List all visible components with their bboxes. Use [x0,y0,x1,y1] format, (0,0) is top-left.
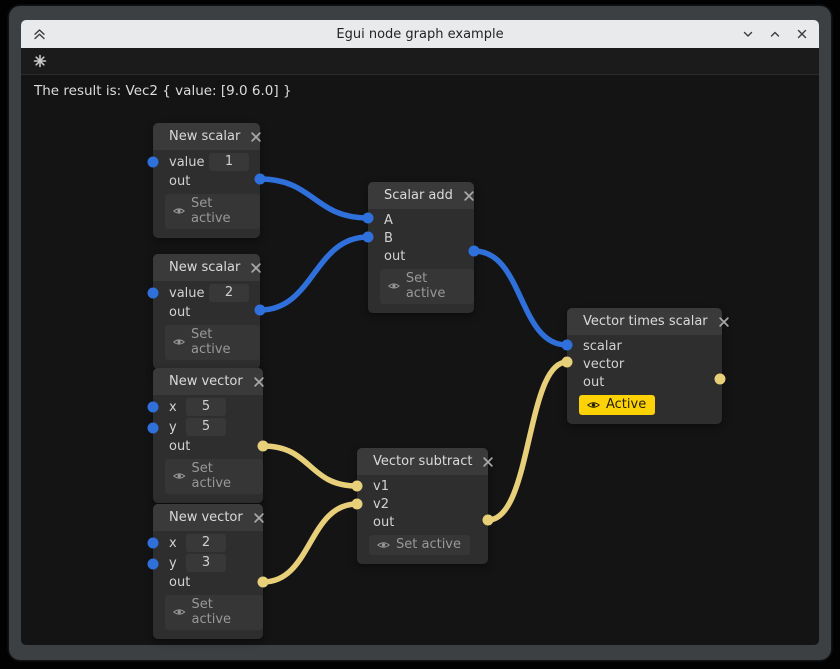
maximize-icon[interactable] [768,27,782,41]
menubar [21,48,819,74]
close-node-icon[interactable] [718,316,730,328]
output-label-out: out [169,575,190,590]
input-label-a: A [384,213,393,228]
value-drag-field[interactable]: 1 [209,153,249,171]
value-drag-field[interactable]: 2 [209,284,249,302]
input-label-scalar: scalar [583,339,622,354]
close-node-icon[interactable] [250,262,262,274]
node-header[interactable]: Vector times scalar [567,308,722,335]
close-node-icon[interactable] [253,376,265,388]
value-drag-field[interactable]: 5 [186,398,226,416]
set-active-button[interactable]: Set active [165,595,263,630]
node-title: Vector subtract [373,454,472,469]
node-title: New scalar [169,129,240,144]
app-menu-star-icon[interactable] [33,54,47,68]
eye-icon [173,607,186,617]
node-new-scalar-2[interactable]: New scalar value2 out Set active [153,254,260,369]
node-new-vector-2[interactable]: New vector x2 y3 out Set active [153,504,263,639]
set-active-button[interactable]: Set active [369,535,470,555]
node-title: New vector [169,374,243,389]
input-label-b: B [384,231,393,246]
node-new-scalar-1[interactable]: New scalar value1 out Set active [153,123,260,238]
titlebar[interactable]: Egui node graph example [21,20,819,48]
input-label-y: y [169,420,184,435]
node-header[interactable]: New scalar [153,123,260,150]
close-node-icon[interactable] [253,512,265,524]
node-header[interactable]: Scalar add [368,182,474,209]
node-header[interactable]: New vector [153,368,263,395]
set-active-button[interactable]: Set active [165,194,260,229]
output-label-out: out [384,249,405,264]
output-label-out: out [169,305,190,320]
input-label-value: value [169,155,207,170]
node-title: New vector [169,510,243,525]
result-text: The result is: Vec2 { value: [9.0 6.0] } [34,83,292,99]
set-active-label: Set active [192,461,255,491]
input-label-v1: v1 [373,479,389,494]
value-drag-field[interactable]: 2 [186,534,226,552]
active-label: Active [606,397,646,412]
eye-icon [173,206,185,216]
node-header[interactable]: New scalar [153,254,260,281]
close-window-icon[interactable] [795,27,809,41]
set-active-button[interactable]: Set active [380,269,474,304]
output-label-out: out [169,439,190,454]
output-label-out: out [373,515,394,530]
window-title: Egui node graph example [21,27,819,42]
close-node-icon[interactable] [482,456,494,468]
value-drag-field[interactable]: 5 [186,418,226,436]
eye-icon [388,281,400,291]
node-new-vector-1[interactable]: New vector x5 y5 out Set active [153,368,263,503]
set-active-label: Set active [396,537,461,552]
eye-icon [173,337,185,347]
set-active-button[interactable]: Set active [165,325,260,360]
output-label-out: out [169,174,190,189]
desktop: Egui node graph example [0,0,840,669]
close-node-icon[interactable] [463,190,475,202]
node-header[interactable]: New vector [153,504,263,531]
input-label-v2: v2 [373,497,389,512]
set-active-label: Set active [191,327,251,357]
node-title: New scalar [169,260,240,275]
set-active-label: Set active [191,196,251,226]
node-scalar-add[interactable]: Scalar add A B out Set active [368,182,474,313]
input-label-vector: vector [583,357,624,372]
set-active-label: Set active [406,271,465,301]
node-title: Scalar add [384,188,453,203]
eye-icon [587,400,600,410]
active-button[interactable]: Active [579,395,655,415]
eye-icon [377,540,390,550]
set-active-label: Set active [192,597,255,627]
node-title: Vector times scalar [583,314,708,329]
eye-icon [173,471,186,481]
input-label-x: x [169,536,184,551]
node-vector-subtract[interactable]: Vector subtract v1 v2 out Set active [357,448,488,564]
node-vector-times-scalar[interactable]: Vector times scalar scalar vector out Ac… [567,308,722,424]
output-label-out: out [583,375,604,390]
input-label-x: x [169,400,184,415]
input-label-y: y [169,556,184,571]
close-node-icon[interactable] [250,131,262,143]
node-header[interactable]: Vector subtract [357,448,488,475]
value-drag-field[interactable]: 3 [186,554,226,572]
input-label-value: value [169,286,207,301]
minimize-icon[interactable] [741,27,755,41]
set-active-button[interactable]: Set active [165,459,263,494]
